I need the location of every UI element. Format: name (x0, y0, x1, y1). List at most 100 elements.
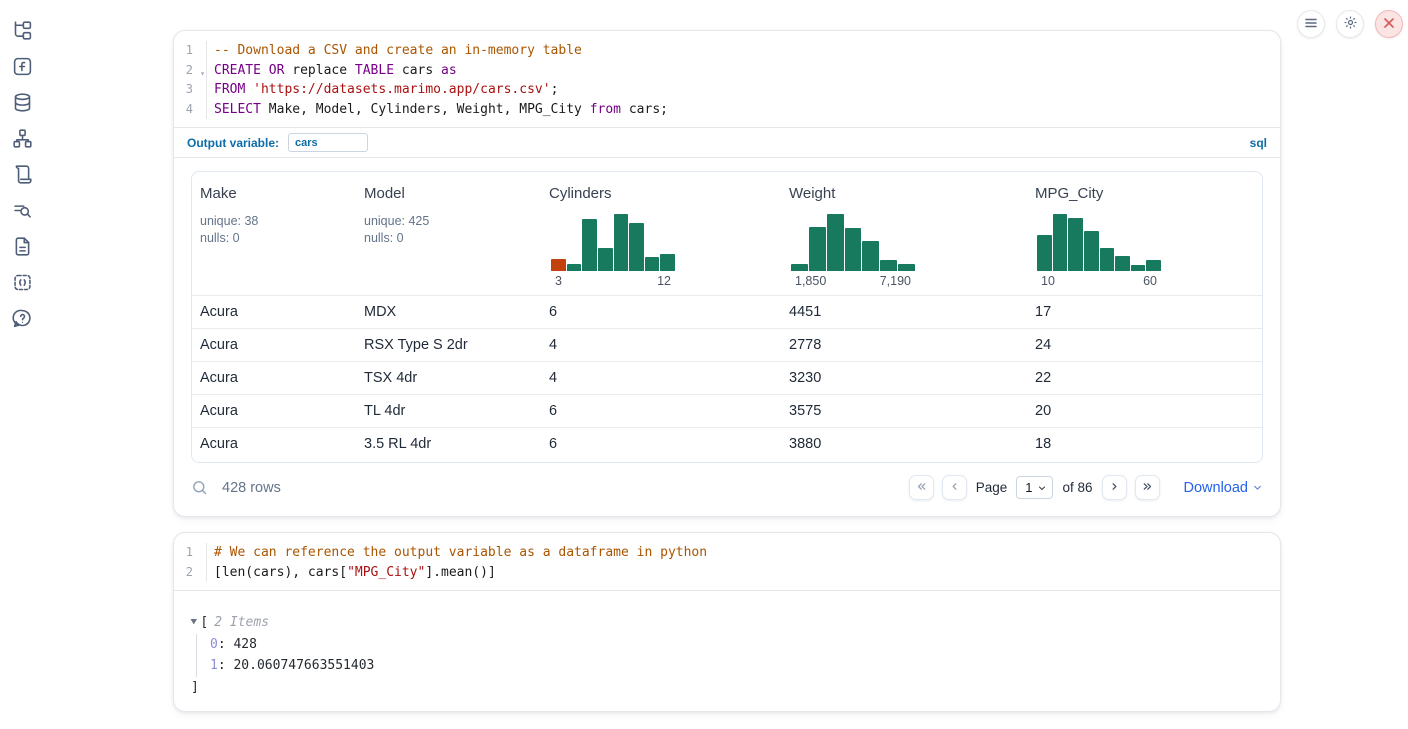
language-badge: sql (1250, 136, 1267, 150)
sidebar-item-file-explorer[interactable] (8, 18, 36, 46)
table-row[interactable]: AcuraTSX 4dr4323022 (192, 361, 1262, 394)
python-code-editor[interactable]: 1# We can reference the output variable … (174, 533, 1280, 591)
histogram-bar (1131, 265, 1146, 271)
histogram-bar (598, 248, 613, 271)
tree-entry: 1: 20.060747663551403 (210, 655, 1280, 677)
sidebar-item-datasources[interactable] (8, 90, 36, 118)
file-tree-icon (12, 20, 33, 44)
histogram-bar (1115, 256, 1130, 271)
code-content: -- Download a CSV and create an in-memor… (207, 41, 582, 61)
histogram-min-label: 3 (555, 274, 562, 288)
chevrons-left-icon (915, 480, 928, 496)
code-content: # We can reference the output variable a… (207, 543, 707, 563)
histogram-bar (551, 259, 566, 271)
histogram-bar (1053, 214, 1068, 271)
search-icon[interactable] (191, 479, 208, 496)
table-cell: 3.5 RL 4dr (356, 427, 541, 460)
list-search-icon (12, 200, 33, 224)
table-cell: 2778 (781, 328, 1027, 361)
column-header-weight[interactable]: Weight1,8507,190 (781, 172, 1027, 295)
histogram-bar (1084, 231, 1099, 271)
column-name: Model (364, 185, 535, 202)
download-button[interactable]: Download (1184, 480, 1264, 496)
code-line: 4SELECT Make, Model, Cylinders, Weight, … (174, 100, 1280, 120)
chevrons-right-icon (1141, 480, 1154, 496)
code-content: CREATE OR replace TABLE cars as (207, 61, 457, 81)
pagination: Page 1 of 86 Download (909, 475, 1263, 500)
output-variable-strip: Output variable: sql (174, 127, 1280, 158)
column-header-cylinders[interactable]: Cylinders312 (541, 172, 781, 295)
table-row[interactable]: AcuraRSX Type S 2dr4277824 (192, 328, 1262, 361)
table-cell: Acura (192, 394, 356, 427)
next-page-button[interactable] (1102, 475, 1127, 500)
table-cell: 18 (1027, 427, 1262, 460)
shutdown-button[interactable] (1375, 10, 1403, 38)
chevron-left-icon (948, 480, 961, 496)
column-header-mpg_city[interactable]: MPG_City1060 (1027, 172, 1262, 295)
line-number: 4 (174, 100, 207, 120)
table-row[interactable]: AcuraMDX6445117 (192, 295, 1262, 328)
table-cell: 4 (541, 328, 781, 361)
page-select-value: 1 (1025, 480, 1032, 495)
tree-item-count: 2 Items (214, 612, 269, 634)
table-cell: 3880 (781, 427, 1027, 460)
histogram-bar (791, 264, 808, 271)
code-line: 3FROM 'https://datasets.marimo.app/cars.… (174, 80, 1280, 100)
scroll-icon (12, 164, 33, 188)
chevron-down-icon (1037, 483, 1047, 493)
column-header-make[interactable]: Makeunique: 38nulls: 0 (192, 172, 356, 295)
code-content: SELECT Make, Model, Cylinders, Weight, M… (207, 100, 668, 120)
sql-code-editor[interactable]: 1-- Download a CSV and create an in-memo… (174, 31, 1280, 127)
histogram-bar (809, 227, 826, 271)
table-row[interactable]: Acura3.5 RL 4dr6388018 (192, 427, 1262, 460)
tree-entry-key: 1 (210, 658, 218, 673)
tree-entry-value: : 428 (218, 637, 257, 652)
table-cell: 3575 (781, 394, 1027, 427)
page-total-label: of 86 (1062, 480, 1092, 495)
code-content: FROM 'https://datasets.marimo.app/cars.c… (207, 80, 558, 100)
menu-button[interactable] (1297, 10, 1325, 38)
sidebar-item-documentation[interactable] (8, 234, 36, 262)
table-cell: TSX 4dr (356, 361, 541, 394)
histogram-bar (880, 260, 897, 271)
function-square-icon (12, 56, 33, 80)
table-row[interactable]: AcuraTL 4dr6357520 (192, 394, 1262, 427)
page-number-select[interactable]: 1 (1016, 476, 1053, 499)
settings-button[interactable] (1336, 10, 1364, 38)
table-cell: 3230 (781, 361, 1027, 394)
table-cell: RSX Type S 2dr (356, 328, 541, 361)
sidebar-item-help[interactable] (8, 306, 36, 334)
table-cell: MDX (356, 295, 541, 328)
output-variable-input[interactable] (288, 133, 368, 152)
file-text-icon (12, 236, 33, 260)
tree-entry: 0: 428 (210, 634, 1280, 656)
column-header-model[interactable]: Modelunique: 425nulls: 0 (356, 172, 541, 295)
last-page-button[interactable] (1135, 475, 1160, 500)
table-cell: 6 (541, 427, 781, 460)
column-name: MPG_City (1035, 185, 1256, 202)
table-cell: 20 (1027, 394, 1262, 427)
sidebar-item-snippets[interactable] (8, 270, 36, 298)
hamburger-icon (1304, 16, 1318, 33)
database-icon (12, 92, 33, 116)
histogram-bar (827, 214, 844, 271)
histogram-bar (1100, 248, 1115, 271)
sidebar-item-dependency-graph[interactable] (8, 126, 36, 154)
sidebar-item-scratchpad[interactable] (8, 198, 36, 226)
first-page-button[interactable] (909, 475, 934, 500)
close-x-icon (1383, 17, 1395, 32)
tree-entry-key: 0 (210, 637, 218, 652)
result-table: Makeunique: 38nulls: 0Modelunique: 425nu… (192, 172, 1262, 460)
table-footer: 428 rows Page 1 of 86 Download (174, 463, 1280, 517)
histogram-bar (629, 223, 644, 271)
collapse-chevron-icon[interactable]: ▼ (190, 612, 197, 634)
code-snippet-icon (12, 272, 33, 296)
code-content: [len(cars), cars["MPG_City"].mean()] (207, 563, 496, 583)
column-stats: unique: 38nulls: 0 (200, 213, 350, 247)
histogram-max-label: 7,190 (880, 274, 911, 288)
sidebar-item-variables[interactable] (8, 54, 36, 82)
previous-page-button[interactable] (942, 475, 967, 500)
column-name: Cylinders (549, 185, 775, 202)
histogram-max-label: 60 (1143, 274, 1157, 288)
sidebar-item-logs[interactable] (8, 162, 36, 190)
